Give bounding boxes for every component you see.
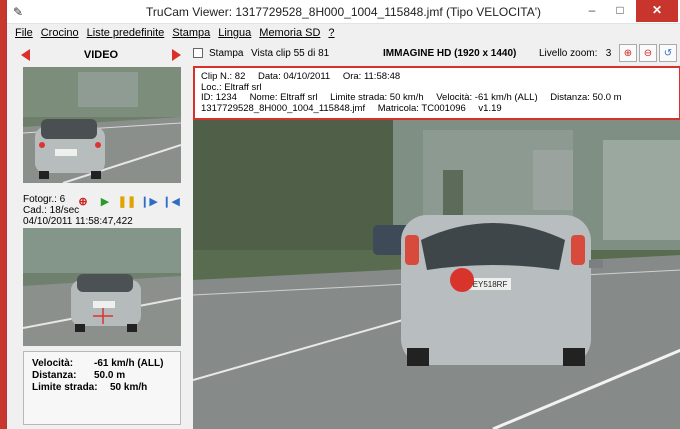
measure-row-distance: Distanza: 50.0 m [32,370,172,382]
go-to-start-icon[interactable]: ❙◀ [162,193,180,209]
measure-value: 50.0 m [94,370,126,381]
title-bar: ✎ TruCam Viewer: 1317729528_8H000_1004_1… [7,0,680,24]
zoom-level-label: Livello zoom: 3 [539,48,612,59]
target-marker-icon [450,268,474,292]
clip-date: Data: 04/10/2011 [258,71,331,82]
menu-crocino[interactable]: Crocino [41,27,79,39]
reset-zoom-icon[interactable]: ↺ [659,44,677,62]
zoom-level-value: 3 [605,48,612,59]
clip-distance: Distanza: 50.0 m [550,92,622,103]
menu-file[interactable]: File [15,27,33,39]
clip-limit: Limite strada: 50 km/h [330,92,424,103]
step-forward-icon[interactable]: ❙▶ [140,193,158,209]
zoom-in-icon[interactable]: ⊕ [619,44,637,62]
maximize-button[interactable]: □ [606,0,634,22]
clip-line-1: Clip N.: 82 Data: 04/10/2011 Ora: 11:58:… [201,71,673,83]
clip-speed: Velocità: -61 km/h (ALL) [436,92,538,103]
previous-video-arrow-icon[interactable] [21,49,30,61]
menu-lingua[interactable]: Lingua [218,27,251,39]
pause-icon[interactable]: ❚❚ [118,193,136,209]
image-toolbar: Stampa Vista clip 55 di 81 IMMAGINE HD (… [193,44,680,64]
measure-row-limit: Limite strada: 50 km/h [32,382,172,394]
measure-key: Limite strada: [32,382,98,393]
measurement-box: Velocità: -61 km/h (ALL) Distanza: 50.0 … [23,351,181,425]
next-video-arrow-icon[interactable] [172,49,181,61]
clip-number: Clip N.: 82 [201,71,246,82]
measure-key: Distanza: [32,370,77,381]
minimize-button[interactable]: – [578,0,606,22]
left-panel: VIDEO Fotogr.: 6 Cad.: 18/sec 04/10/2011… [7,43,193,429]
video-label: VIDEO [83,49,119,61]
measure-row-speed: Velocità: -61 km/h (ALL) [32,358,172,370]
stampa-checkbox[interactable] [193,48,203,58]
clip-view-counter: Vista clip 55 di 81 [251,48,330,59]
video-thumbnail-bottom[interactable] [23,228,181,346]
menu-help[interactable]: ? [328,27,334,39]
clip-time: Ora: 11:58:48 [342,71,401,82]
menu-bar: File Crocino Liste predefinite Stampa Li… [7,24,680,42]
image-resolution-label: IMMAGINE HD (1920 x 1440) [383,48,517,59]
clip-line-4: 1317729528_8H000_1004_115848.jmf Matrico… [201,102,673,115]
menu-stampa[interactable]: Stampa [172,27,210,39]
video-thumbnail-top[interactable] [23,67,181,183]
menu-liste-predefinite[interactable]: Liste predefinite [87,27,165,39]
clip-version: v1.19 [478,102,502,114]
video-header: VIDEO [21,47,181,63]
measure-value: -61 km/h (ALL) [94,358,164,369]
measure-key: Velocità: [32,358,74,369]
clip-id: ID: 1234 [201,92,237,103]
clip-name: Nome: Eltraff srl [249,92,318,103]
zoom-frame-icon[interactable]: ⊕ [75,193,91,209]
clip-filename: 1317729528_8H000_1004_115848.jmf [201,102,366,114]
close-button[interactable]: ✕ [636,0,678,22]
clip-matricola: Matricola: TC001096 [377,102,466,114]
playback-controls: ⊕ ▶ ❚❚ ❙▶ ❙◀ [75,193,179,209]
clip-info-box: Clip N.: 82 Data: 04/10/2011 Ora: 11:58:… [193,66,680,120]
license-plate-text: EY518RF [473,280,508,289]
app-window: ✎ TruCam Viewer: 1317729528_8H000_1004_1… [6,0,680,429]
zoom-out-icon[interactable]: ⊖ [639,44,657,62]
main-hd-image[interactable]: EY518RF [193,120,680,429]
play-icon[interactable]: ▶ [97,193,113,209]
frame-datetime: 04/10/2011 11:58:47,422 [23,216,133,227]
measure-value: 50 km/h [110,382,148,393]
menu-memoria-sd[interactable]: Memoria SD [259,27,320,39]
stampa-label: Stampa [209,48,244,59]
